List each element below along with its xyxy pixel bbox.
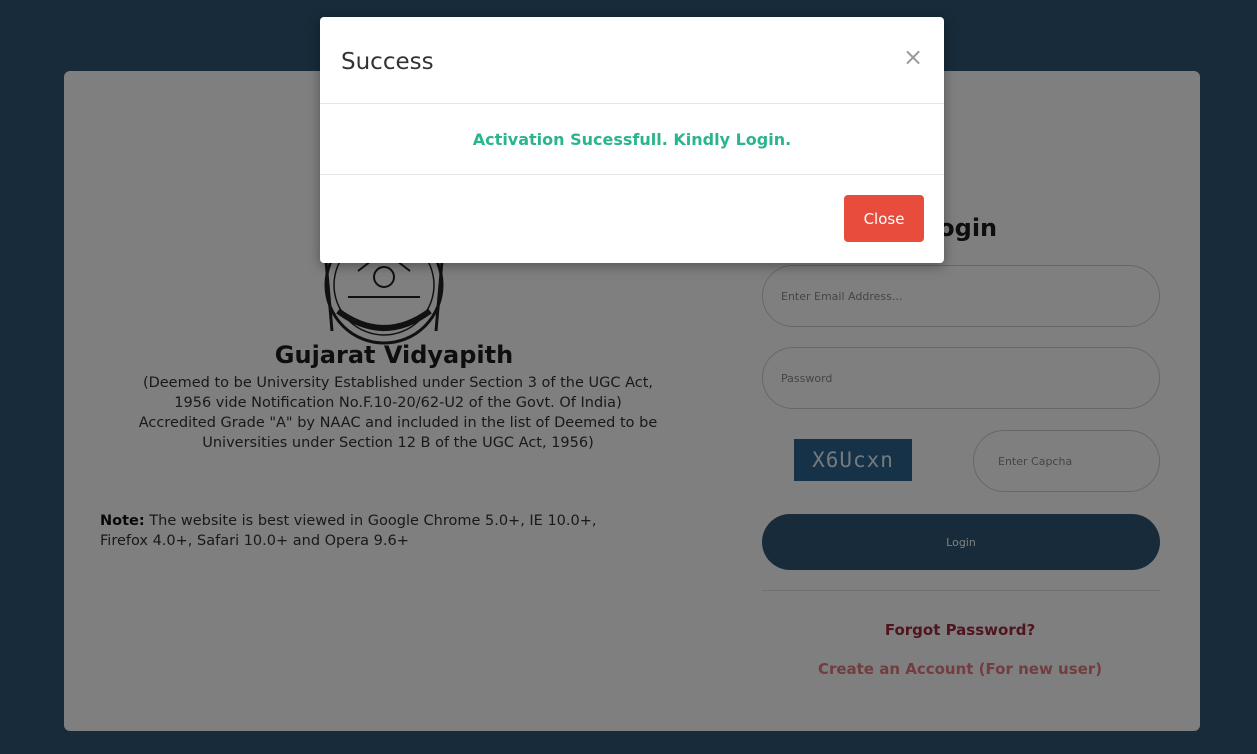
modal-title: Success — [341, 49, 434, 75]
modal-header: Success × — [320, 17, 944, 104]
login-page: Gujarat Vidyapith (Deemed to be Universi… — [0, 0, 1257, 754]
modal-body: Activation Sucessfull. Kindly Login. — [320, 104, 944, 175]
close-button[interactable]: Close — [844, 195, 924, 242]
success-message: Activation Sucessfull. Kindly Login. — [472, 130, 792, 149]
close-icon[interactable]: × — [902, 43, 924, 71]
success-modal: Success × Activation Sucessfull. Kindly … — [320, 17, 944, 263]
